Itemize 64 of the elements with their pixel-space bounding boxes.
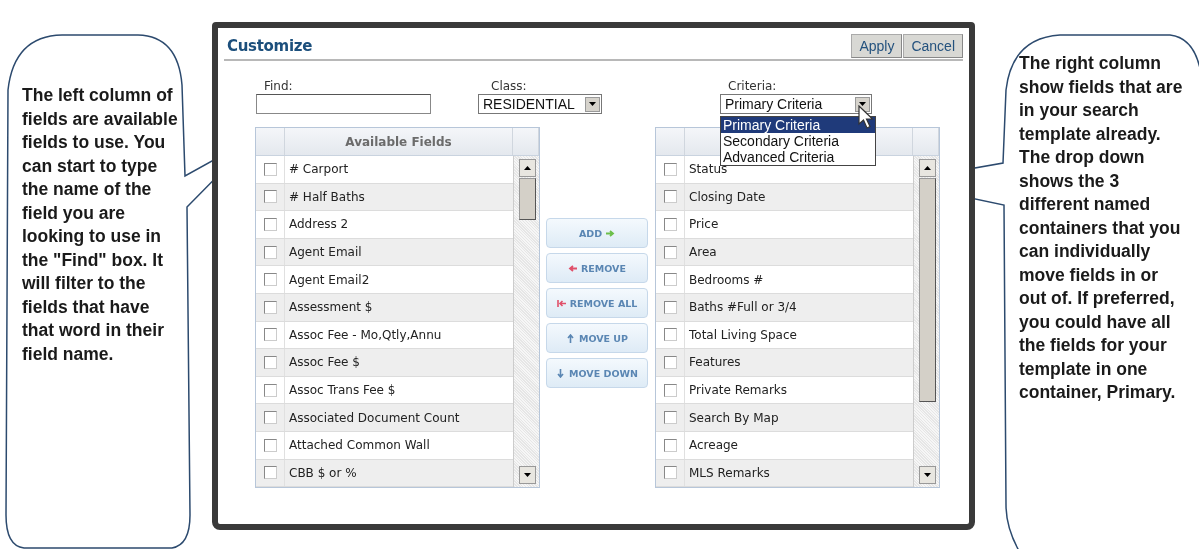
field-name[interactable]: Address 2 <box>285 211 513 238</box>
right-arrow-icon <box>606 228 616 238</box>
checkbox[interactable] <box>263 466 277 480</box>
scrollbar[interactable] <box>513 156 539 488</box>
checkbox[interactable] <box>663 190 677 204</box>
checkbox[interactable] <box>663 466 677 480</box>
checkbox[interactable] <box>663 273 677 287</box>
scroll-up-icon[interactable] <box>924 166 931 170</box>
checkbox[interactable] <box>263 438 277 452</box>
checkbox[interactable] <box>663 162 677 176</box>
dialog-title: Customize <box>227 36 313 55</box>
scroll-up-icon[interactable] <box>524 166 531 170</box>
checkbox[interactable] <box>263 328 277 342</box>
dropdown-arrow-icon <box>859 102 866 106</box>
field-name[interactable]: Acreage <box>685 431 913 459</box>
checkbox[interactable] <box>263 300 277 314</box>
dropdown-arrow-icon <box>589 102 596 106</box>
dialog-button[interactable]: Apply <box>851 33 903 58</box>
checkbox[interactable] <box>263 245 277 259</box>
checkbox[interactable] <box>663 383 677 397</box>
scroll-down-icon[interactable] <box>924 473 931 478</box>
class-select[interactable]: RESIDENTIAL <box>478 94 602 114</box>
dropdown-option[interactable]: Primary Criteria <box>721 117 875 133</box>
field-label: Class: <box>490 79 528 94</box>
scrollbar[interactable] <box>913 156 939 488</box>
checkbox[interactable] <box>263 411 277 425</box>
checkbox[interactable] <box>663 328 677 342</box>
dialog-button[interactable]: Cancel <box>903 33 963 58</box>
field-name[interactable]: Price <box>685 211 913 238</box>
field-name[interactable]: Agent Email2 <box>285 266 513 293</box>
field-name[interactable]: # Carport <box>285 156 513 183</box>
callout-text: The right column show fields that are in your search template already. The drop down shows the 3 different named containers that you can individually move fields in or out of. If preferred, you could have all the fields for your template in one container, Primary. <box>1019 52 1184 404</box>
scroll-thumb[interactable] <box>919 178 936 402</box>
down-arrow-icon <box>556 368 566 378</box>
field-label: Criteria: <box>727 79 778 94</box>
dropdown-option[interactable]: Advanced Criteria <box>721 149 875 165</box>
field-name[interactable]: Assoc Fee - Mo,Qtly,Annu <box>285 321 513 349</box>
checkbox[interactable] <box>263 162 277 176</box>
checkbox[interactable] <box>263 383 277 397</box>
column-header: Available Fields <box>285 128 513 155</box>
checkbox[interactable] <box>663 300 677 314</box>
field-name[interactable]: Total Living Space <box>685 321 913 349</box>
field-label: Find: <box>263 79 294 94</box>
left-arrow-icon <box>568 263 578 273</box>
checkbox[interactable] <box>663 355 677 369</box>
left-arrow-icon <box>556 298 566 308</box>
checkbox[interactable] <box>263 273 277 287</box>
field-name[interactable]: Assoc Trans Fee $ <box>285 376 513 404</box>
field-name[interactable]: Bedrooms # <box>685 266 913 293</box>
field-name[interactable]: Private Remarks <box>685 376 913 404</box>
scroll-thumb[interactable] <box>519 178 536 220</box>
checkbox[interactable] <box>263 218 277 231</box>
checkbox[interactable] <box>663 245 677 259</box>
checkbox[interactable] <box>663 411 677 425</box>
field-name[interactable]: Attached Common Wall <box>285 431 513 459</box>
criteria-select[interactable]: Primary Criteria <box>720 94 872 114</box>
checkbox[interactable] <box>663 218 677 231</box>
up-arrow-icon <box>565 333 575 343</box>
checkbox[interactable] <box>263 190 277 204</box>
checkbox[interactable] <box>663 438 677 452</box>
scroll-down-icon[interactable] <box>524 473 531 478</box>
find-input[interactable] <box>256 94 431 114</box>
checkbox[interactable] <box>263 355 277 369</box>
callout-text: The left column of fields are available fields to use. You can start to type the name of the field you are looking to use in the "Find" box. It will filter to the fields that have that word in their field name. <box>22 84 179 366</box>
